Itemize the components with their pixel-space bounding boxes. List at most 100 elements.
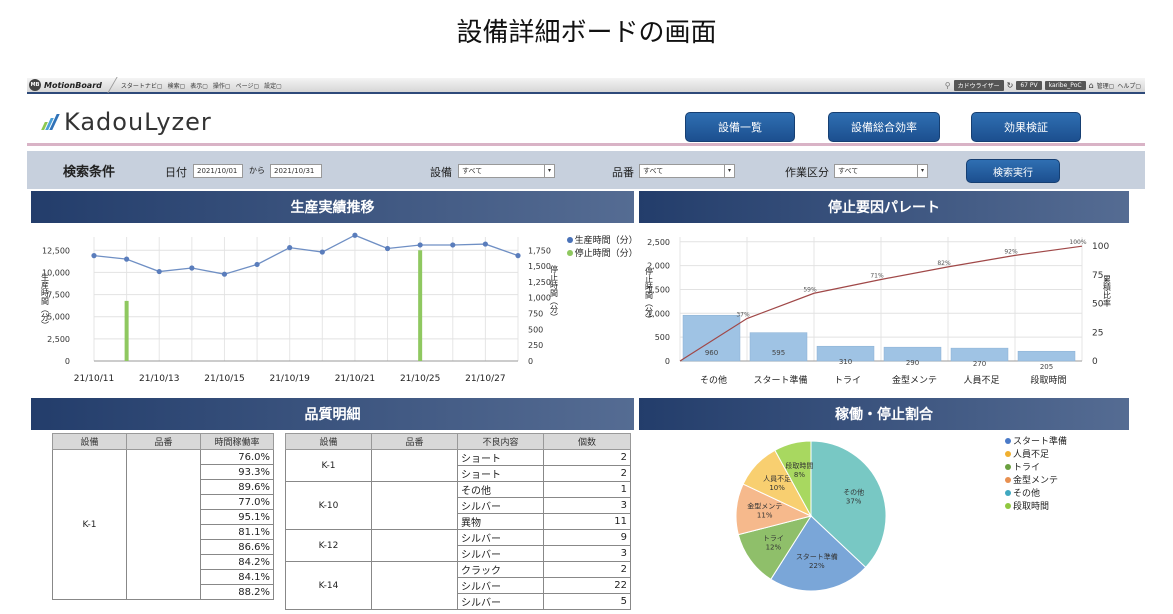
y-axis-title: 生産時間（分） bbox=[41, 272, 50, 329]
legend-item: 金型メンテ bbox=[1005, 473, 1067, 486]
bar-value-label: 205 bbox=[1040, 363, 1053, 371]
worktype-select[interactable]: すべて ▾ bbox=[834, 164, 928, 178]
defect-cell: その他 bbox=[457, 481, 544, 498]
legend-dot-icon bbox=[1005, 502, 1011, 509]
legend-label: 生産時間（分） bbox=[574, 236, 638, 246]
legend-label: 段取時間 bbox=[1013, 502, 1050, 512]
production-point bbox=[254, 261, 260, 268]
quality-right-table: 設備 品番 不良内容 個数 K-1 ショート 2 ショート 2 K-10 その他 1 シルバー 3… bbox=[285, 433, 631, 610]
production-legend: 生産時間（分） 停止時間（分） bbox=[567, 233, 638, 259]
defect-cell: 異物 bbox=[457, 513, 544, 530]
x-tick-label: 21/10/11 bbox=[74, 374, 114, 384]
stop-time-bar bbox=[418, 250, 423, 361]
menu-help[interactable]: ヘルプ▢ bbox=[1117, 81, 1141, 90]
menu-view[interactable]: 表示▢ bbox=[190, 81, 208, 90]
quality-right-body: K-1 ショート 2 ショート 2 K-10 その他 1 シルバー 3 異物 11 K-12 シルバー 9 シ… bbox=[285, 449, 631, 610]
defect-cell: シルバー bbox=[457, 593, 544, 610]
board-name-chip[interactable]: カドウライザー bbox=[953, 79, 1004, 91]
product-select[interactable]: すべて ▾ bbox=[639, 164, 735, 178]
date-from-input[interactable]: 2021/10/01 bbox=[193, 164, 243, 178]
motionboard-logo[interactable]: MB MotionBoard bbox=[27, 79, 102, 91]
search-icon[interactable]: ⚲ bbox=[945, 81, 951, 90]
count-cell: 2 bbox=[543, 561, 631, 578]
defect-cell: シルバー bbox=[457, 497, 544, 514]
y-tick-label: 500 bbox=[655, 333, 670, 342]
brand-row: KadouLyzer 設備一覧 設備総合効率 効果検証 bbox=[27, 96, 1145, 146]
cumulative-label: 59% bbox=[803, 286, 817, 293]
refresh-icon[interactable]: ↻ bbox=[1007, 81, 1014, 90]
x-tick-label: スタート準備 bbox=[753, 374, 807, 386]
brand-name: KadouLyzer bbox=[64, 108, 212, 136]
chevron-down-icon: ▾ bbox=[917, 165, 927, 177]
cumulative-label: 100% bbox=[1069, 239, 1086, 246]
equipment-list-button[interactable]: 設備一覧 bbox=[685, 112, 795, 142]
brand-mark-icon bbox=[41, 114, 60, 130]
menu-admin[interactable]: 管理▢ bbox=[1097, 81, 1115, 90]
col-header-equipment: 設備 bbox=[52, 433, 127, 450]
ratio-chart: その他 37% スタート準備 22% トライ 12% 金型メンテ 11% 人員不足 10% 段取時間… bbox=[639, 432, 1129, 610]
production-chart: 0 2,500 5,000 7,500 10,000 12,500 0 250 500 750 1,… bbox=[31, 225, 638, 395]
y2-axis-title: 停止時間（分） bbox=[550, 264, 559, 321]
menu-page[interactable]: ページ▢ bbox=[236, 81, 260, 90]
equipment-select[interactable]: すべて ▾ bbox=[458, 164, 555, 178]
quality-left-body: K-1 76.0% 93.3% 89.6% 77.0% 95.1% 81.1% 86.6% 84… bbox=[52, 449, 274, 600]
home-icon[interactable]: ⌂ bbox=[1089, 81, 1094, 90]
defect-cell: シルバー bbox=[457, 529, 544, 546]
legend-dot-icon bbox=[567, 236, 573, 243]
search-run-button[interactable]: 検索実行 bbox=[966, 159, 1060, 183]
rate-cell: 89.6% bbox=[200, 479, 274, 495]
motionboard-bar: MB MotionBoard スタートナビ▢ 検索▢ 表示▢ 操作▢ ページ▢ … bbox=[27, 77, 1145, 94]
x-tick-label: 21/10/19 bbox=[269, 374, 310, 384]
pie-slice-label-line: 11% bbox=[757, 512, 773, 520]
count-cell: 22 bbox=[543, 577, 631, 594]
date-separator: から bbox=[249, 166, 265, 175]
production-point bbox=[156, 268, 162, 275]
pie-slice-label: その他 37% bbox=[843, 488, 864, 506]
date-to-input[interactable]: 2021/10/31 bbox=[270, 164, 322, 178]
table-row: K-1 ショート 2 bbox=[285, 449, 631, 482]
bar-value-label: 960 bbox=[705, 349, 718, 357]
y2-axis-title: 累積比率 bbox=[1103, 275, 1112, 308]
production-point bbox=[384, 245, 391, 252]
x-tick-label: 21/10/15 bbox=[204, 374, 244, 384]
y-tick-label: 0 bbox=[665, 357, 670, 366]
legend-item: 人員不足 bbox=[1005, 447, 1067, 460]
product-label: 品番 bbox=[612, 166, 634, 179]
legend-label: 人員不足 bbox=[1013, 450, 1050, 460]
cumulative-label: 37% bbox=[736, 312, 750, 319]
pv-count-chip: 67 PV bbox=[1016, 80, 1042, 90]
x-tick-label: 人員不足 bbox=[963, 375, 999, 386]
rate-cell: 81.1% bbox=[200, 524, 274, 540]
y2-tick-label: 1,250 bbox=[528, 278, 551, 287]
menu-operation[interactable]: 操作▢ bbox=[213, 81, 231, 90]
production-line bbox=[93, 234, 519, 275]
effect-verification-button[interactable]: 効果検証 bbox=[971, 112, 1081, 142]
col-header-product: 品番 bbox=[126, 433, 201, 450]
legend-dot-icon bbox=[1005, 450, 1011, 457]
rate-cell: 88.2% bbox=[200, 584, 274, 600]
production-point bbox=[124, 256, 130, 262]
production-point bbox=[319, 249, 325, 255]
bar-value-label: 270 bbox=[973, 360, 986, 368]
search-title: 検索条件 bbox=[63, 165, 116, 180]
legend-dot-icon bbox=[1005, 489, 1011, 496]
count-cell: 3 bbox=[543, 497, 631, 514]
equipment-cell: K-10 bbox=[285, 481, 372, 530]
menu-start-navi[interactable]: スタートナビ▢ bbox=[121, 81, 163, 90]
table-row: K-1 76.0% bbox=[52, 449, 274, 600]
product-cell bbox=[126, 449, 201, 600]
pie-slice-label-line: 金型メンテ bbox=[747, 502, 782, 511]
production-point bbox=[515, 253, 521, 259]
pie-slice-label-line: 22% bbox=[809, 562, 825, 570]
menu-settings[interactable]: 設定▢ bbox=[264, 81, 282, 90]
user-chip[interactable]: karibe_PoC bbox=[1044, 80, 1086, 90]
menu-search[interactable]: 検索▢ bbox=[168, 81, 186, 90]
oee-button[interactable]: 設備総合効率 bbox=[828, 112, 940, 142]
equipment-select-value: すべて bbox=[462, 167, 483, 175]
x-tick-label: 21/10/21 bbox=[335, 374, 375, 384]
bar-value-label: 290 bbox=[906, 359, 919, 367]
x-tick-label: 21/10/25 bbox=[400, 374, 440, 384]
table-row: K-14 クラック 2 bbox=[285, 561, 631, 610]
product-cell bbox=[371, 449, 458, 482]
bar-value-label: 595 bbox=[772, 349, 785, 357]
